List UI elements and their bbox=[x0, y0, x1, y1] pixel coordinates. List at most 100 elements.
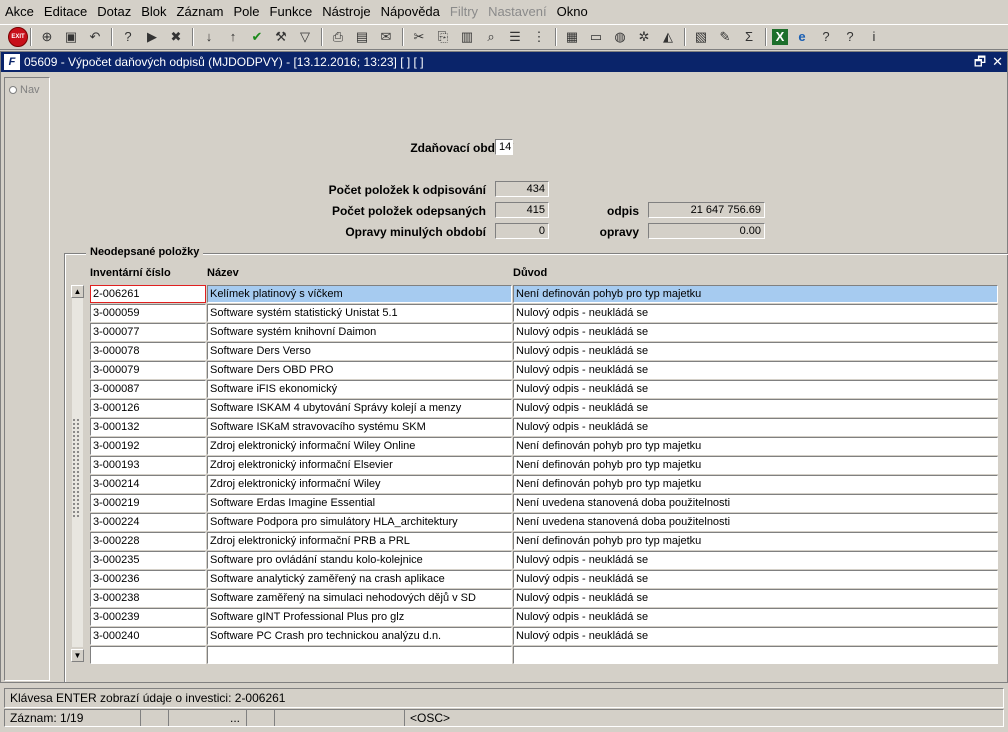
nazev-cell[interactable]: Software zaměřený na simulaci nehodových… bbox=[207, 589, 512, 607]
duvod-cell[interactable]: Nulový odpis - neukládá se bbox=[513, 570, 998, 588]
inventarni-cislo-cell[interactable]: 3-000192 bbox=[90, 437, 206, 455]
new-record-icon[interactable]: ⊕ bbox=[37, 27, 57, 47]
chart-icon[interactable]: ◭ bbox=[658, 27, 678, 47]
inventarni-cislo-cell[interactable]: 3-000077 bbox=[90, 323, 206, 341]
save-icon[interactable]: ▭ bbox=[586, 27, 606, 47]
mail-icon[interactable]: ✉ bbox=[376, 27, 396, 47]
nazev-cell[interactable] bbox=[207, 646, 512, 664]
menu-item-1[interactable]: Editace bbox=[39, 0, 92, 24]
nazev-cell[interactable]: Software ISKAM 4 ubytování Správy kolejí… bbox=[207, 399, 512, 417]
duvod-cell[interactable]: Nulový odpis - neukládá se bbox=[513, 418, 998, 436]
nazev-cell[interactable]: Zdroj elektronický informační Wiley Onli… bbox=[207, 437, 512, 455]
nav-radio[interactable]: Nav bbox=[9, 84, 40, 96]
edit-icon[interactable]: ✎ bbox=[715, 27, 735, 47]
duvod-cell[interactable] bbox=[513, 646, 998, 664]
clipboard-icon[interactable]: ▦ bbox=[562, 27, 582, 47]
menu-item-8[interactable]: Nápověda bbox=[376, 0, 445, 24]
execute-query-icon[interactable]: ▶ bbox=[142, 27, 162, 47]
scroll-down-icon[interactable]: ▼ bbox=[71, 649, 84, 662]
inventarni-cislo-cell[interactable]: 3-000228 bbox=[90, 532, 206, 550]
zdanovaci-obdobi-field[interactable]: 14 bbox=[495, 139, 513, 155]
inventarni-cislo-cell[interactable]: 2-006261 bbox=[90, 285, 206, 303]
duvod-cell[interactable]: Nulový odpis - neukládá se bbox=[513, 380, 998, 398]
excel-icon[interactable]: X bbox=[772, 29, 788, 45]
menu-item-0[interactable]: Akce bbox=[0, 0, 39, 24]
globe-icon[interactable]: ◍ bbox=[610, 27, 630, 47]
duvod-cell[interactable]: Není definován pohyb pro typ majetku bbox=[513, 456, 998, 474]
duvod-cell[interactable]: Nulový odpis - neukládá se bbox=[513, 304, 998, 322]
copy-icon[interactable]: ⎘ bbox=[433, 27, 453, 47]
menu-item-9[interactable]: Filtry bbox=[445, 0, 483, 24]
inventarni-cislo-cell[interactable]: 3-000078 bbox=[90, 342, 206, 360]
nazev-cell[interactable]: Kelímek platinový s víčkem bbox=[207, 285, 512, 303]
tools-icon[interactable]: ⚒ bbox=[271, 27, 291, 47]
duvod-cell[interactable]: Nulový odpis - neukládá se bbox=[513, 323, 998, 341]
print-icon[interactable]: ⎙ bbox=[328, 27, 348, 47]
menu-item-6[interactable]: Funkce bbox=[265, 0, 318, 24]
sum-icon[interactable]: Σ bbox=[739, 27, 759, 47]
query-icon[interactable]: ? bbox=[118, 27, 138, 47]
inventarni-cislo-cell[interactable]: 3-000240 bbox=[90, 627, 206, 645]
duvod-cell[interactable]: Nulový odpis - neukládá se bbox=[513, 399, 998, 417]
print-preview-icon[interactable]: ▤ bbox=[352, 27, 372, 47]
menu-item-4[interactable]: Záznam bbox=[172, 0, 229, 24]
nazev-cell[interactable]: Zdroj elektronický informační Wiley bbox=[207, 475, 512, 493]
duvod-cell[interactable]: Není definován pohyb pro typ majetku bbox=[513, 532, 998, 550]
inventarni-cislo-cell[interactable]: 3-000239 bbox=[90, 608, 206, 626]
menu-item-5[interactable]: Pole bbox=[229, 0, 265, 24]
scroll-up-icon[interactable]: ▲ bbox=[71, 285, 84, 298]
inventarni-cislo-cell[interactable]: 3-000079 bbox=[90, 361, 206, 379]
help-icon[interactable]: ? bbox=[840, 27, 860, 47]
filter-icon[interactable]: ▽ bbox=[295, 27, 315, 47]
inventarni-cislo-cell[interactable]: 3-000059 bbox=[90, 304, 206, 322]
duvod-cell[interactable]: Nulový odpis - neukládá se bbox=[513, 342, 998, 360]
nazev-cell[interactable]: Zdroj elektronický informační PRB a PRL bbox=[207, 532, 512, 550]
duvod-cell[interactable]: Není uvedena stanovená doba použitelnost… bbox=[513, 494, 998, 512]
duvod-cell[interactable]: Není definován pohyb pro typ majetku bbox=[513, 475, 998, 493]
inventarni-cislo-cell[interactable]: 3-000238 bbox=[90, 589, 206, 607]
menu-item-7[interactable]: Nástroje bbox=[317, 0, 375, 24]
nazev-cell[interactable]: Software systém knihovní Daimon bbox=[207, 323, 512, 341]
inventarni-cislo-cell[interactable] bbox=[90, 646, 206, 664]
drag-handle-icon[interactable] bbox=[72, 418, 80, 518]
sort-asc-icon[interactable]: ↓ bbox=[199, 27, 219, 47]
nazev-cell[interactable]: Zdroj elektronický informační Elsevier bbox=[207, 456, 512, 474]
back-icon[interactable]: ↶ bbox=[85, 27, 105, 47]
nazev-cell[interactable]: Software Ders OBD PRO bbox=[207, 361, 512, 379]
exit-button[interactable]: EXIT bbox=[8, 27, 28, 47]
check-icon[interactable]: ✔ bbox=[247, 27, 267, 47]
duvod-cell[interactable]: Není definován pohyb pro typ majetku bbox=[513, 437, 998, 455]
restore-icon[interactable]: 🗗 bbox=[974, 53, 986, 71]
nazev-cell[interactable]: Software ISKaM stravovacího systému SKM bbox=[207, 418, 512, 436]
duvod-cell[interactable]: Nulový odpis - neukládá se bbox=[513, 589, 998, 607]
duvod-cell[interactable]: Nulový odpis - neukládá se bbox=[513, 627, 998, 645]
nazev-cell[interactable]: Software gINT Professional Plus pro glz bbox=[207, 608, 512, 626]
menu-item-3[interactable]: Blok bbox=[136, 0, 171, 24]
menu-item-2[interactable]: Dotaz bbox=[92, 0, 136, 24]
inventarni-cislo-cell[interactable]: 3-000236 bbox=[90, 570, 206, 588]
tree-icon[interactable]: ⋮ bbox=[529, 27, 549, 47]
open-icon[interactable]: ▣ bbox=[61, 27, 81, 47]
nazev-cell[interactable]: Software Ders Verso bbox=[207, 342, 512, 360]
duvod-cell[interactable]: Nulový odpis - neukládá se bbox=[513, 551, 998, 569]
duvod-cell[interactable]: Není uvedena stanovená doba použitelnost… bbox=[513, 513, 998, 531]
close-icon[interactable]: ✕ bbox=[992, 53, 1003, 71]
help-context-icon[interactable]: ? bbox=[816, 27, 836, 47]
inventarni-cislo-cell[interactable]: 3-000126 bbox=[90, 399, 206, 417]
inventarni-cislo-cell[interactable]: 3-000235 bbox=[90, 551, 206, 569]
info-icon[interactable]: i bbox=[864, 27, 884, 47]
duvod-cell[interactable]: Není definován pohyb pro typ majetku bbox=[513, 285, 998, 303]
nazev-cell[interactable]: Software pro ovládání standu kolo-kolejn… bbox=[207, 551, 512, 569]
menu-item-10[interactable]: Nastavení bbox=[483, 0, 552, 24]
ie-icon[interactable]: e bbox=[792, 27, 812, 47]
inventarni-cislo-cell[interactable]: 3-000214 bbox=[90, 475, 206, 493]
nazev-cell[interactable]: Software PC Crash pro technickou analýzu… bbox=[207, 627, 512, 645]
settings-icon[interactable]: ✲ bbox=[634, 27, 654, 47]
nazev-cell[interactable]: Software analytický zaměřený na crash ap… bbox=[207, 570, 512, 588]
duvod-cell[interactable]: Nulový odpis - neukládá se bbox=[513, 608, 998, 626]
inventarni-cislo-cell[interactable]: 3-000193 bbox=[90, 456, 206, 474]
inventarni-cislo-cell[interactable]: 3-000219 bbox=[90, 494, 206, 512]
find-icon[interactable]: ⌕ bbox=[481, 27, 501, 47]
cancel-query-icon[interactable]: ✖ bbox=[166, 27, 186, 47]
inventarni-cislo-cell[interactable]: 3-000132 bbox=[90, 418, 206, 436]
